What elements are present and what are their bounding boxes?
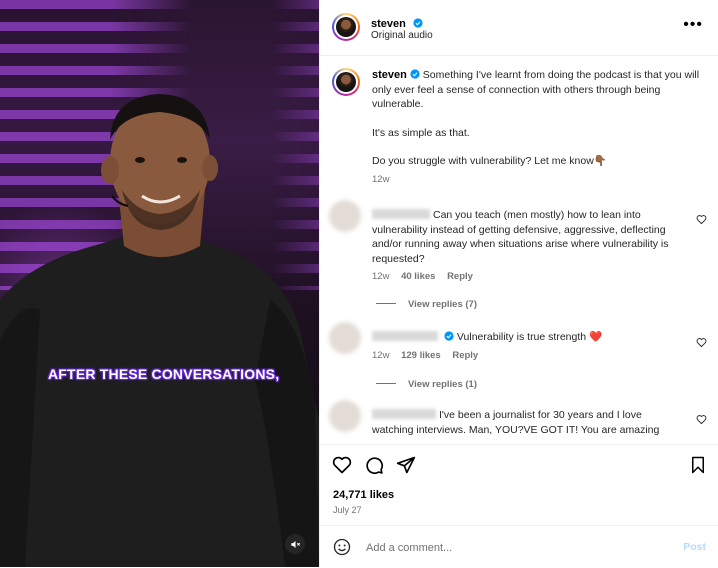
emoji-icon[interactable]	[333, 538, 351, 556]
video-caption: AFTER THESE CONVERSATIONS,	[48, 366, 280, 382]
redacted-username	[372, 409, 436, 419]
comment-likes[interactable]: 40 likes	[401, 271, 435, 282]
speaker-muted-icon	[290, 540, 300, 548]
caption-text: Something I've learnt from doing the pod…	[372, 69, 700, 110]
verified-badge-icon	[444, 331, 454, 341]
caption-text: Do you struggle with vulnerability? Let …	[372, 155, 607, 167]
reply-button[interactable]: Reply	[447, 271, 473, 282]
heart-icon[interactable]	[696, 214, 707, 225]
view-replies-button[interactable]: View replies (7)	[376, 299, 477, 310]
comments-scroll[interactable]: steven Something I've learnt from doing …	[320, 56, 718, 443]
caption-username[interactable]: steven	[372, 69, 407, 81]
verified-badge-icon	[413, 18, 423, 28]
reply-button[interactable]: Reply	[452, 350, 478, 361]
view-replies-label: View replies (1)	[408, 379, 477, 390]
avatar[interactable]	[329, 200, 361, 232]
post-actions: 24,771 likes July 27	[320, 444, 718, 525]
comment-bubble-icon[interactable]	[364, 455, 384, 475]
header-username[interactable]: steven	[371, 18, 406, 30]
post-button[interactable]: Post	[683, 541, 706, 553]
add-comment-bar: Post	[320, 525, 718, 568]
caption-text: It's as simple as that.	[372, 126, 470, 139]
redacted-username	[372, 331, 438, 341]
comment-input[interactable]	[364, 538, 648, 558]
post-time: 12w	[372, 173, 390, 185]
avatar[interactable]	[332, 13, 360, 41]
avatar[interactable]	[332, 68, 360, 96]
more-options-icon[interactable]: •••	[683, 17, 703, 33]
post-panel: steven Original audio ••• steven Somethi…	[319, 0, 718, 567]
video-player[interactable]: AFTER THESE CONVERSATIONS,	[0, 0, 319, 567]
comment-time: 12w	[372, 271, 390, 282]
like-heart-icon[interactable]	[332, 455, 352, 475]
avatar[interactable]	[329, 400, 361, 432]
heart-icon[interactable]	[696, 337, 707, 348]
comment-text: Vulnerability is true strength ❤️	[456, 331, 603, 343]
view-replies-label: View replies (7)	[408, 299, 477, 310]
post-date: July 27	[333, 505, 362, 515]
bookmark-icon[interactable]	[689, 455, 707, 475]
view-replies-button[interactable]: View replies (1)	[376, 379, 477, 390]
speaker-person	[0, 94, 319, 567]
avatar[interactable]	[329, 322, 361, 354]
comment-time: 12w	[372, 349, 390, 361]
comment-likes[interactable]: 129 likes	[401, 350, 441, 361]
heart-icon[interactable]	[696, 414, 707, 425]
mute-button[interactable]	[285, 534, 305, 554]
post-header: steven Original audio •••	[320, 0, 718, 56]
like-count[interactable]: 24,771 likes	[333, 489, 394, 501]
post-caption: steven Something I've learnt from doing …	[372, 68, 702, 187]
audio-label[interactable]: Original audio	[371, 30, 433, 41]
redacted-username	[372, 209, 430, 219]
verified-badge-icon	[410, 69, 420, 79]
share-paper-plane-icon[interactable]	[396, 455, 416, 475]
